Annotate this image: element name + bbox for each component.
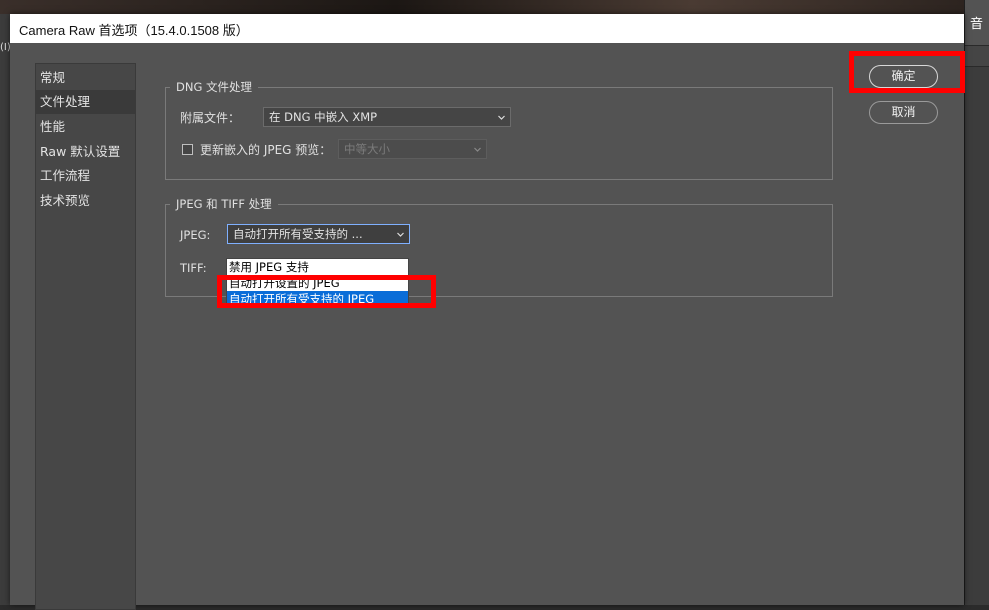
cancel-button-label: 取消 (891, 105, 916, 119)
background-left-panel: (I) (0, 14, 11, 605)
sidecar-files-value: 在 DNG 中嵌入 XMP (269, 110, 378, 124)
dng-group-legend: DNG 文件处理 (170, 79, 259, 95)
dialog-titlebar[interactable]: Camera Raw 首选项（15.4.0.1508 版） (10, 14, 964, 43)
sidebar-item-label: 工作流程 (40, 168, 91, 183)
annotation-highlight-ok (849, 51, 965, 93)
cancel-button[interactable]: 取消 (869, 101, 938, 124)
update-preview-checkbox[interactable] (182, 144, 193, 155)
sidebar-item-performance[interactable]: 性能 (36, 115, 135, 139)
jpeg-label: JPEG: (180, 228, 211, 242)
background-right-text: 音 (970, 17, 984, 32)
sidebar-item-file-handling[interactable]: 文件处理 (36, 90, 135, 114)
sidebar-item-general[interactable]: 常规 (36, 66, 135, 90)
sidebar-item-label: 性能 (40, 119, 66, 134)
sidebar-item-raw-defaults[interactable]: Raw 默认设置 (36, 140, 135, 164)
preferences-dialog: Camera Raw 首选项（15.4.0.1508 版） 常规 文件处理 性能… (10, 14, 965, 610)
dropdown-option-label: 禁用 JPEG 支持 (229, 260, 309, 274)
jpeg-handling-value: 自动打开所有受支持的 ... (233, 227, 363, 241)
sidecar-files-label: 附属文件： (180, 111, 241, 125)
dialog-title: Camera Raw 首选项（15.4.0.1508 版） (19, 23, 249, 38)
background-right-strip (965, 45, 989, 67)
preview-size-value: 中等大小 (344, 142, 390, 156)
sidebar-item-label: 文件处理 (40, 94, 91, 109)
jpeg-tiff-group-legend: JPEG 和 TIFF 处理 (170, 196, 278, 212)
sidebar-item-label: 常规 (40, 70, 66, 85)
sidebar-item-technology-preview[interactable]: 技术预览 (36, 189, 135, 213)
chevron-down-icon (397, 232, 404, 237)
sidebar-item-workflow[interactable]: 工作流程 (36, 164, 135, 188)
chevron-down-icon (498, 115, 505, 120)
sidebar-item-label: 技术预览 (40, 193, 91, 208)
sidebar-item-label: Raw 默认设置 (40, 144, 121, 159)
update-preview-label: 更新嵌入的 JPEG 预览： (200, 143, 332, 157)
tiff-label: TIFF: (180, 261, 207, 275)
sidecar-files-select[interactable]: 在 DNG 中嵌入 XMP (263, 107, 511, 127)
chevron-down-icon (474, 147, 481, 152)
dng-file-handling-group (165, 87, 833, 180)
preview-size-select[interactable]: 中等大小 (338, 139, 487, 159)
preferences-sidebar: 常规 文件处理 性能 Raw 默认设置 工作流程 技术预览 (35, 63, 136, 610)
jpeg-handling-select[interactable]: 自动打开所有受支持的 ... (227, 224, 410, 244)
dropdown-option-disable-jpeg[interactable]: 禁用 JPEG 支持 (227, 259, 408, 275)
background-right-panel: 音 (964, 0, 989, 605)
background-right-toolbar: 音 (965, 0, 989, 45)
background-photo (0, 0, 989, 14)
annotation-highlight-option (217, 275, 436, 308)
